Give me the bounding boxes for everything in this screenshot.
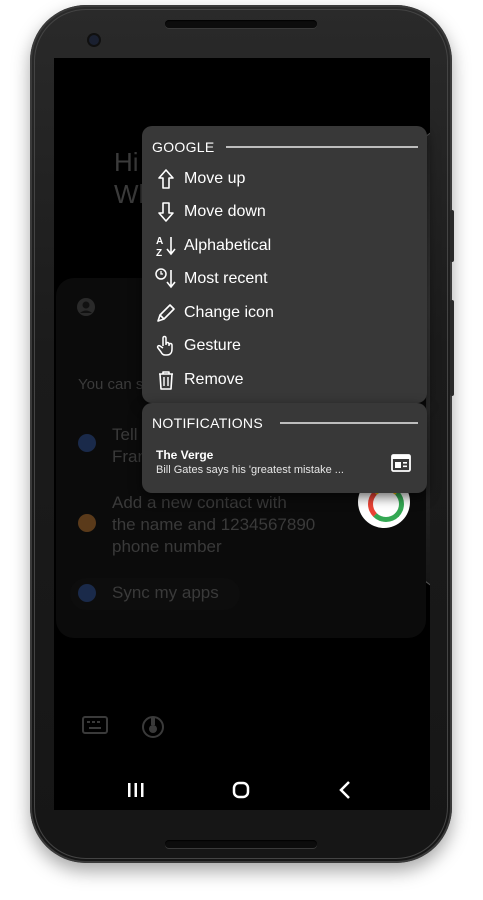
front-camera	[89, 35, 99, 45]
notifications-popup: NOTIFICATIONS The Verge Bill Gates says …	[142, 403, 427, 493]
google-menu-divider	[226, 146, 418, 148]
bottom-speaker-grille	[165, 840, 317, 848]
svg-text:Z: Z	[156, 248, 162, 258]
menu-item-label: Move up	[184, 170, 246, 187]
svg-text:A: A	[156, 236, 163, 247]
news-app-icon	[391, 454, 411, 472]
menu-item-label: Most recent	[184, 270, 268, 287]
suggestion-contact-line-3: phone number	[112, 537, 222, 556]
arrow-down-icon	[158, 202, 174, 222]
cloud-icon	[78, 584, 96, 602]
google-menu-title: GOOGLE	[152, 139, 215, 155]
recents-icon[interactable]	[116, 770, 156, 810]
menu-item-label: Remove	[184, 371, 244, 388]
arrow-up-icon	[158, 169, 174, 189]
menu-item-label: Alphabetical	[184, 237, 272, 254]
tell-icon	[78, 434, 96, 452]
sort-recent-icon	[155, 268, 176, 289]
menu-item-gesture[interactable]: Gesture	[142, 330, 427, 362]
notifications-divider	[280, 422, 418, 424]
suggestion-contact-line-2: the name and 1234567890	[112, 515, 316, 534]
menu-item-change-icon[interactable]: Change icon	[142, 297, 427, 329]
sync-label: Sync my apps	[112, 583, 219, 602]
power-button	[450, 300, 454, 396]
sort-alphabetical-icon: A Z	[156, 236, 176, 258]
menu-item-remove[interactable]: Remove	[142, 364, 427, 396]
google-context-menu: GOOGLE Move up Move down A Z Alphabetica…	[142, 126, 427, 403]
menu-item-move-down[interactable]: Move down	[142, 196, 427, 228]
hint-text: You can s	[78, 376, 144, 393]
suggestion-contact-line-1: Add a new contact with	[112, 493, 287, 512]
hand-pointer-icon	[156, 335, 173, 356]
navigation-bar	[54, 770, 430, 810]
notification-text: Bill Gates says his 'greatest mistake ..…	[156, 464, 344, 476]
menu-item-move-up[interactable]: Move up	[142, 163, 427, 195]
volume-button	[450, 210, 454, 262]
notification-source: The Verge	[156, 448, 214, 462]
menu-item-label: Move down	[184, 203, 266, 220]
account-icon[interactable]	[76, 297, 96, 317]
trash-icon	[159, 371, 173, 390]
back-icon[interactable]	[326, 770, 366, 810]
keyboard-icon[interactable]	[82, 715, 108, 735]
notifications-title: NOTIFICATIONS	[152, 415, 263, 431]
top-speaker-grille	[165, 20, 317, 28]
menu-item-label: Change icon	[184, 304, 274, 321]
suggestion-contact[interactable]: Add a new contact with the name and 1234…	[112, 492, 315, 558]
menu-item-most-recent[interactable]: Most recent	[142, 263, 427, 295]
home-icon[interactable]	[221, 770, 261, 810]
menu-item-label: Gesture	[184, 337, 241, 354]
menu-item-alphabetical[interactable]: A Z Alphabetical	[142, 230, 427, 262]
lens-icon[interactable]	[140, 715, 166, 739]
pencil-icon	[157, 304, 175, 322]
contact-icon	[78, 514, 96, 532]
